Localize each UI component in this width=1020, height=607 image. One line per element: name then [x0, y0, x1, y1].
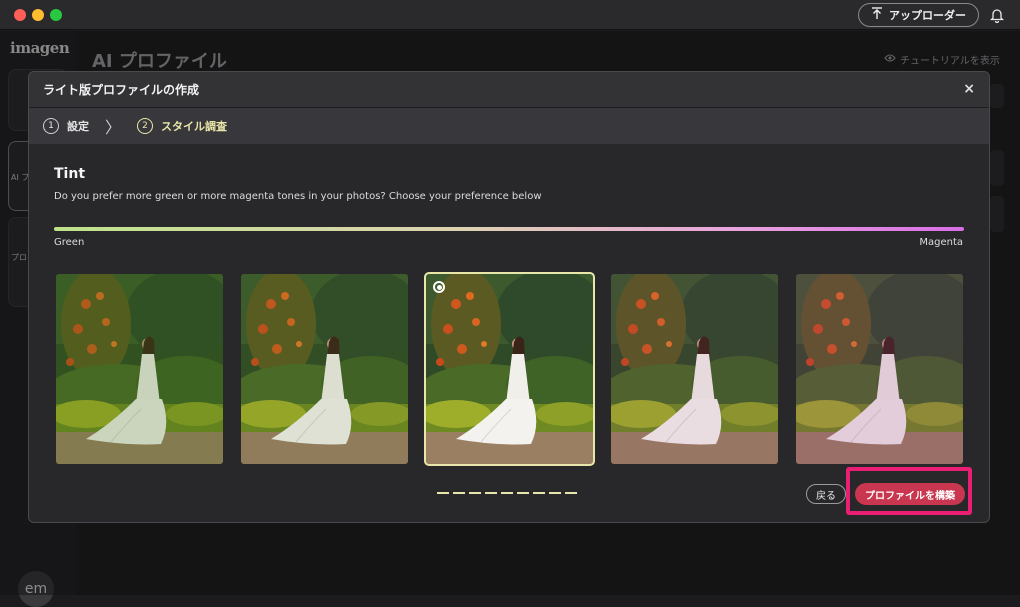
- window-titlebar: アップローダー: [0, 0, 1020, 30]
- uploader-button-label: アップローダー: [889, 9, 966, 22]
- close-icon[interactable]: ×: [963, 81, 975, 97]
- step-number: 2: [137, 118, 154, 134]
- tint-option-photo[interactable]: [241, 274, 408, 464]
- progress-dash: [517, 492, 529, 494]
- modal-title: ライト版プロファイルの作成: [43, 83, 200, 97]
- step-label-style-survey: スタイル調査: [161, 120, 228, 133]
- minimize-window-button[interactable]: [32, 9, 44, 21]
- chevron-right-icon: 〉: [105, 118, 122, 137]
- progress-dash: [437, 492, 449, 494]
- modal-header: ライト版プロファイルの作成 ×: [29, 72, 989, 108]
- create-profile-modal: ライト版プロファイルの作成 × 1 設定 〉 2 スタイル調査 Tint Do …: [28, 71, 990, 523]
- back-button[interactable]: 戻る: [806, 484, 846, 504]
- progress-dash: [469, 492, 481, 494]
- progress-dash: [453, 492, 465, 494]
- upload-icon: [871, 7, 883, 23]
- tint-option-photo[interactable]: [56, 274, 223, 464]
- close-window-button[interactable]: [14, 9, 26, 21]
- scale-right-label: Magenta: [919, 237, 963, 248]
- section-description: Do you prefer more green or more magenta…: [54, 191, 542, 202]
- selected-radio-icon: [433, 281, 445, 293]
- section-heading: Tint: [54, 166, 86, 182]
- uploader-button[interactable]: アップローダー: [858, 3, 979, 27]
- step-label-settings[interactable]: 設定: [67, 118, 89, 134]
- zoom-window-button[interactable]: [50, 9, 62, 21]
- tint-option-photo[interactable]: [424, 272, 595, 466]
- stepper: 1 設定 〉 2 スタイル調査: [29, 108, 989, 144]
- progress-dash: [549, 492, 561, 494]
- step-style-survey[interactable]: 2 スタイル調査: [137, 118, 227, 134]
- progress-dash: [533, 492, 545, 494]
- tint-gradient-bar: [54, 227, 964, 231]
- progress-dash: [485, 492, 497, 494]
- progress-dash: [565, 492, 577, 494]
- bell-icon[interactable]: [989, 7, 1005, 24]
- build-profile-button[interactable]: プロファイルを構築: [855, 483, 965, 505]
- tint-option-photo[interactable]: [611, 274, 778, 464]
- progress-dash: [501, 492, 513, 494]
- tint-option-photo[interactable]: [796, 274, 963, 464]
- progress-indicator: [437, 492, 577, 494]
- step-number: 1: [43, 118, 59, 134]
- scale-left-label: Green: [54, 237, 85, 248]
